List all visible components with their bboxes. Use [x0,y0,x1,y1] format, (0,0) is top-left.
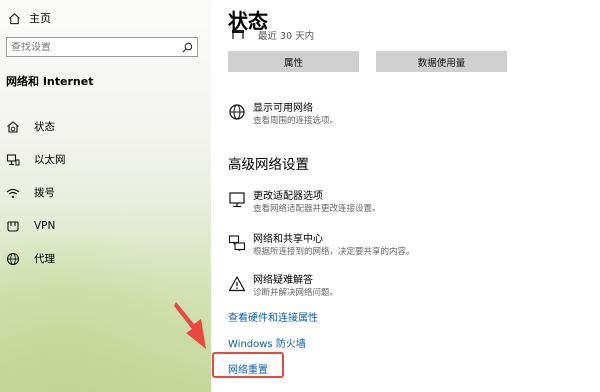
search-icon[interactable] [182,42,193,53]
sidebar-item-label: 状态 [34,121,55,133]
sharing-center-icon [228,234,246,252]
search-box[interactable] [6,37,198,57]
option-title: 网络和共享中心 [253,234,323,245]
sharing-center-option[interactable]: 网络和共享中心 根据所连接到的网络，决定要共享的内容。 [228,233,415,258]
main-pane: 状态 最近 30 天内 属性 数据使用量 显示可用网络 查看周围的连接选项。 高… [211,0,600,392]
dialup-icon [6,188,20,198]
home-label: 主页 [29,12,51,25]
sidebar-item-label: VPN [34,219,56,232]
sidebar-item-label: 以太网 [34,154,66,166]
sidebar-item-proxy[interactable]: 代理 [0,242,211,275]
data-usage-button[interactable]: 数据使用量 [376,51,507,72]
search-input[interactable] [11,41,182,53]
firewall-link[interactable]: Windows 防火墙 [228,335,306,350]
option-desc: 查看网络适配器并更改连接设置。 [253,204,381,214]
sidebar-item-status[interactable]: 状态 [0,110,211,143]
warning-icon [228,275,246,293]
option-title: 显示可用网络 [253,103,313,114]
option-title: 网络疑难解答 [253,275,313,286]
option-desc: 查看周围的连接选项。 [253,116,339,126]
globe-icon [228,103,246,121]
ethernet-icon [6,153,20,165]
home-icon [9,12,20,24]
network-adapter-icon [232,30,244,39]
sidebar-item-label: 代理 [34,253,55,265]
sidebar-item-label: 拨号 [34,187,55,199]
show-networks-option[interactable]: 显示可用网络 查看周围的连接选项。 [228,102,338,127]
hardware-properties-link[interactable]: 查看硬件和连接属性 [228,309,318,324]
usage-row: 最近 30 天内 [231,28,314,42]
properties-button[interactable]: 属性 [228,51,359,72]
option-desc: 诊断并解决网络问题。 [253,288,339,298]
sidebar: 主页 网络和 Internet 状态 以太网 [0,0,211,392]
option-desc: 根据所连接到的网络，决定要共享的内容。 [253,247,415,257]
sidebar-item-dialup[interactable]: 拨号 [0,176,211,209]
network-reset-link[interactable]: 网络重置 [228,361,268,376]
sidebar-nav: 状态 以太网 拨号 VPN 代理 [0,110,211,275]
sidebar-item-vpn[interactable]: VPN [0,209,211,242]
home-globe-icon [7,120,19,133]
sidebar-item-ethernet[interactable]: 以太网 [0,143,211,176]
globe-icon [6,252,20,265]
section-title: 网络和 Internet [6,75,94,88]
adapter-monitor-icon [228,191,246,209]
home-nav[interactable]: 主页 [8,10,51,26]
option-title: 更改适配器选项 [253,191,323,202]
advanced-settings-heading: 高级网络设置 [228,157,309,173]
troubleshooter-option[interactable]: 网络疑难解答 诊断并解决网络问题。 [228,274,338,299]
usage-text: 最近 30 天内 [258,31,315,42]
change-adapter-option[interactable]: 更改适配器选项 查看网络适配器并更改连接设置。 [228,190,381,215]
vpn-icon [7,220,19,232]
